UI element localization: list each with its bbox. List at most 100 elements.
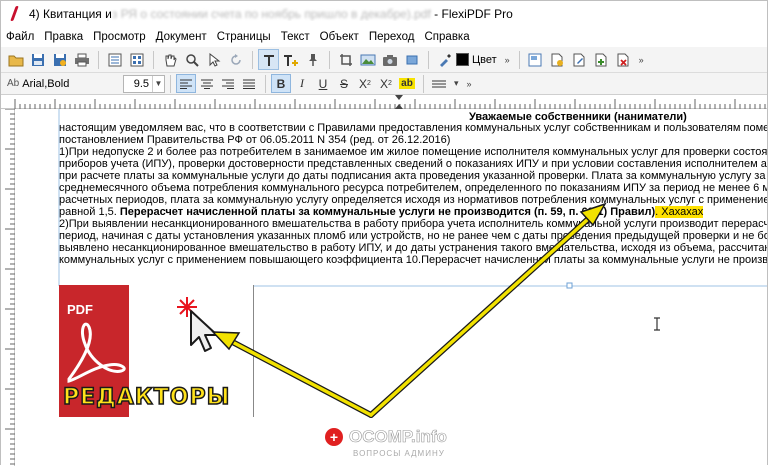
text-line-edited[interactable]: равной 1,5. Перерасчет начисленной платы… xyxy=(59,206,704,218)
text-line[interactable]: 2)При выявлении несанкционированного вме… xyxy=(59,219,767,230)
pdf-page[interactable]: Уважаемые собственники (наниматели) наст… xyxy=(15,109,767,466)
align-left-button[interactable] xyxy=(176,74,196,93)
shape-icon[interactable] xyxy=(401,49,422,70)
text-line[interactable]: расчетных периодов, плата за коммунальну… xyxy=(59,195,767,206)
save-icon[interactable] xyxy=(27,49,48,70)
vertical-ruler-ticks xyxy=(5,108,15,465)
edit-page-icon[interactable] xyxy=(569,49,590,70)
inserted-text-highlight: . Хахахах xyxy=(655,206,704,218)
font-name-field[interactable]: Ab Arial,Bold xyxy=(7,75,107,93)
bold-button[interactable]: B xyxy=(271,74,291,93)
toolbar-separator xyxy=(252,50,253,69)
new-page-icon[interactable] xyxy=(547,49,568,70)
highlight-icon: ab xyxy=(399,78,415,89)
redaktory-label: РЕДАКТОРЫ xyxy=(62,384,231,411)
color-label[interactable]: Цвет xyxy=(472,54,497,66)
promo-image-border xyxy=(253,285,254,417)
title-blurred-part: з РЯ о состоянии счета по ноябрь пришло … xyxy=(111,7,431,21)
chevron-down-icon[interactable]: ▾ xyxy=(454,78,459,89)
app-window: 4) Квитанция из РЯ о состоянии счета по … xyxy=(0,0,768,466)
camera-icon[interactable] xyxy=(379,49,400,70)
toolbar-overflow-chevron-icon[interactable]: » xyxy=(467,79,472,89)
menu-view[interactable]: Просмотр xyxy=(88,31,151,43)
menu-file[interactable]: Файл xyxy=(1,31,39,43)
text-line[interactable]: настоящим уведомляем вас, что в соответс… xyxy=(59,123,767,134)
delete-page-icon[interactable] xyxy=(613,49,634,70)
text-cursor-icon xyxy=(654,317,660,331)
align-right-button[interactable] xyxy=(218,74,238,93)
text-line[interactable]: 1)При недопуске 2 и более раз потребител… xyxy=(59,147,767,158)
menu-pages[interactable]: Страницы xyxy=(212,31,276,43)
text-line[interactable]: период, начиная с даты установления указ… xyxy=(59,231,767,242)
add-text-icon[interactable] xyxy=(280,49,301,70)
superscript-button[interactable]: X2 xyxy=(355,74,375,93)
app-name: FlexiPDF Pro xyxy=(441,7,513,21)
resize-handle-icon xyxy=(566,282,573,289)
watermark-subtext: ВОПРОСЫ АДМИНУ xyxy=(353,449,445,458)
main-toolbar: Цвет » » xyxy=(1,47,767,73)
ocomp-watermark: + OCOMP.info xyxy=(325,427,447,447)
vertical-ruler xyxy=(1,108,15,466)
menu-help[interactable]: Справка xyxy=(420,31,475,43)
menu-edit[interactable]: Правка xyxy=(39,31,88,43)
document-area[interactable]: Уважаемые собственники (наниматели) наст… xyxy=(15,109,767,466)
text-line[interactable]: выявлено несанкционированное вмешательст… xyxy=(59,243,767,254)
text-line[interactable]: при расчете платы за коммунальные услуги… xyxy=(59,171,767,182)
text-line[interactable]: среднемесячного объема потребления комму… xyxy=(59,183,767,194)
save-as-icon[interactable] xyxy=(49,49,70,70)
open-folder-icon[interactable] xyxy=(5,49,26,70)
font-ab-icon: Ab xyxy=(7,78,20,89)
text-line[interactable]: коммунальных услуг с применением повышаю… xyxy=(59,255,767,266)
menu-navigate[interactable]: Переход xyxy=(364,31,420,43)
text-tool-icon[interactable] xyxy=(258,49,279,70)
text-line[interactable]: приборов учета (ИПУ), проверки достоверн… xyxy=(59,159,767,170)
print-icon[interactable] xyxy=(71,49,92,70)
toolbar-overflow-chevron-icon[interactable]: » xyxy=(505,55,510,65)
font-size-value: 9.5 xyxy=(133,77,149,90)
subscript-button[interactable]: X2 xyxy=(376,74,396,93)
page-layout-icon[interactable] xyxy=(104,49,125,70)
menu-document[interactable]: Документ xyxy=(151,31,212,43)
window-title: 4) Квитанция из РЯ о состоянии счета по … xyxy=(29,7,767,21)
menu-object[interactable]: Объект xyxy=(315,31,364,43)
align-justify-button[interactable] xyxy=(239,74,259,93)
crop-icon[interactable] xyxy=(335,49,356,70)
flexipdf-app-icon xyxy=(7,6,23,22)
add-page-icon[interactable] xyxy=(591,49,612,70)
rotate-icon[interactable] xyxy=(225,49,246,70)
toolbar-separator xyxy=(170,74,171,93)
color-swatch[interactable] xyxy=(456,53,469,66)
underline-button[interactable]: U xyxy=(313,74,333,93)
thumbnails-icon[interactable] xyxy=(126,49,147,70)
page-thumb-icon[interactable] xyxy=(525,49,546,70)
plus-badge-icon: + xyxy=(325,428,343,446)
align-center-button[interactable] xyxy=(197,74,217,93)
zoom-icon[interactable] xyxy=(181,49,202,70)
strikethrough-button[interactable]: S xyxy=(334,74,354,93)
toolbar-separator xyxy=(423,74,424,93)
chevron-down-icon[interactable]: ▼ xyxy=(152,75,164,92)
format-toolbar: Ab Arial,Bold 9.5 ▼ B I U S X2 X2 ab ▾ » xyxy=(1,73,767,95)
font-size-select[interactable]: 9.5 ▼ xyxy=(123,74,165,93)
eyedropper-icon[interactable] xyxy=(434,49,455,70)
highlight-button[interactable]: ab xyxy=(397,74,417,93)
pin-icon[interactable] xyxy=(302,49,323,70)
hand-tool-icon[interactable] xyxy=(159,49,180,70)
image-icon[interactable] xyxy=(357,49,378,70)
ruler-ticks xyxy=(14,95,766,109)
line-spacing-button[interactable] xyxy=(429,74,449,93)
toolbar-separator xyxy=(329,50,330,69)
text-line[interactable]: постановлением Правительства РФ от 06.05… xyxy=(59,135,450,146)
select-arrow-icon[interactable] xyxy=(203,49,224,70)
mouse-pointer-icon xyxy=(190,310,218,352)
title-prefix: 4) Квитанция и xyxy=(29,7,112,21)
toolbar-separator xyxy=(98,50,99,69)
menu-bar: Файл Правка Просмотр Документ Страницы Т… xyxy=(1,27,767,47)
italic-button[interactable]: I xyxy=(292,74,312,93)
toolbar-overflow-chevron-icon[interactable]: » xyxy=(639,55,644,65)
toolbar-separator xyxy=(153,50,154,69)
text-bold: Перерасчет начисленной платы за коммунал… xyxy=(119,206,656,218)
watermark-text: OCOMP.info xyxy=(349,427,448,447)
menu-text[interactable]: Текст xyxy=(276,31,315,43)
text-normal: равной 1,5. xyxy=(59,206,120,218)
